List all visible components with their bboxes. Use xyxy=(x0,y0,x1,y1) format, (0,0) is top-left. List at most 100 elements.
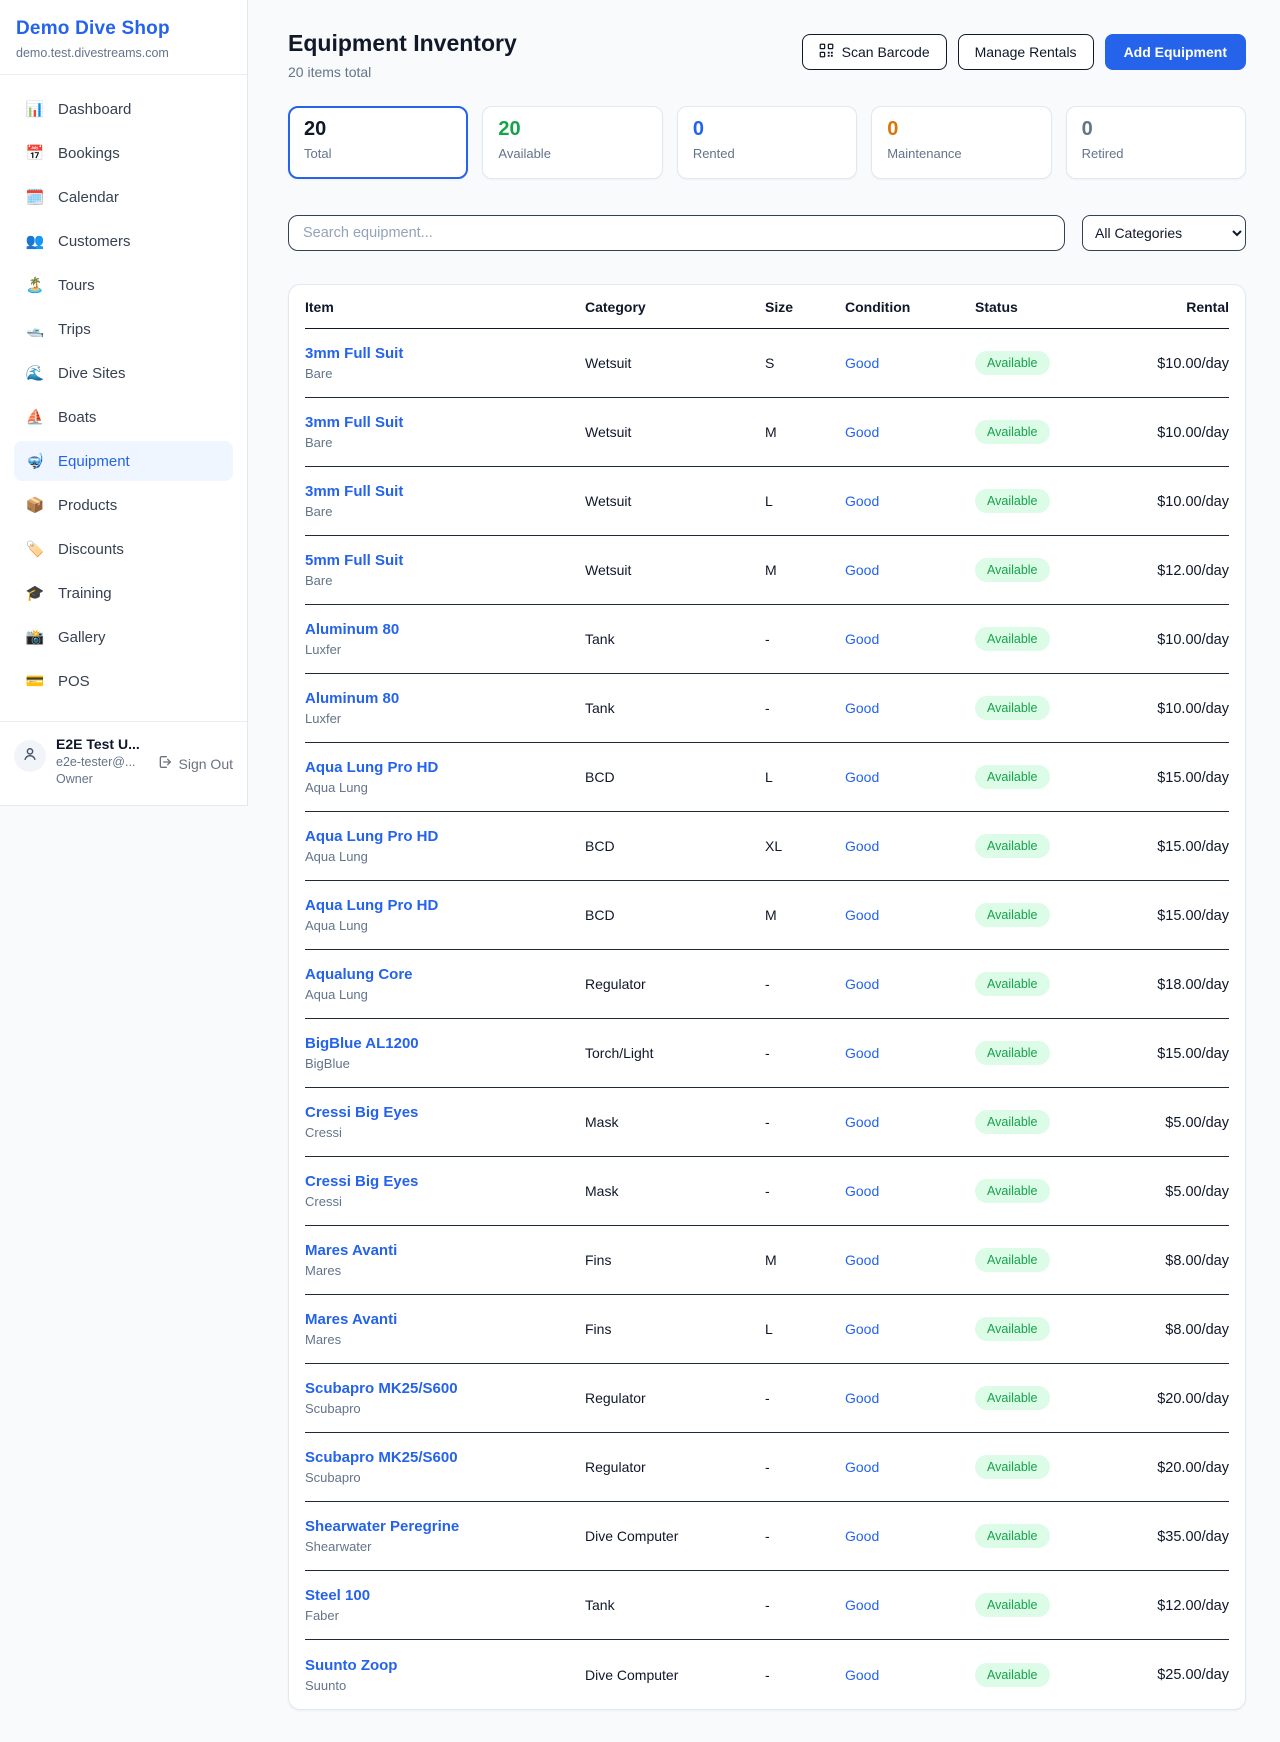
products-icon: 📦 xyxy=(24,496,46,514)
sidebar-item-training[interactable]: 🎓Training xyxy=(14,573,233,613)
stat-card-available[interactable]: 20Available xyxy=(482,106,662,179)
condition-link[interactable]: Good xyxy=(845,1321,879,1337)
rental-cell: $8.00/day xyxy=(1130,1252,1229,1269)
sidebar-item-equipment[interactable]: 🤿Equipment xyxy=(14,441,233,481)
search-input[interactable] xyxy=(288,215,1065,251)
condition-link[interactable]: Good xyxy=(845,907,879,923)
condition-link[interactable]: Good xyxy=(845,976,879,992)
bookings-icon: 📅 xyxy=(24,144,46,162)
item-name-link[interactable]: Aqua Lung Pro HD xyxy=(305,897,585,914)
condition-link[interactable]: Good xyxy=(845,1252,879,1268)
condition-link[interactable]: Good xyxy=(845,1528,879,1544)
sidebar-item-discounts[interactable]: 🏷️Discounts xyxy=(14,529,233,569)
rental-cell: $5.00/day xyxy=(1130,1183,1229,1200)
sidebar-item-label: Dashboard xyxy=(58,101,131,118)
sidebar-item-dashboard[interactable]: 📊Dashboard xyxy=(14,89,233,129)
rental-cell: $10.00/day xyxy=(1130,631,1229,648)
sign-out-button[interactable]: Sign Out xyxy=(157,754,233,773)
condition-link[interactable]: Good xyxy=(845,355,879,371)
condition-link[interactable]: Good xyxy=(845,1459,879,1475)
condition-link[interactable]: Good xyxy=(845,1390,879,1406)
item-name-link[interactable]: 3mm Full Suit xyxy=(305,345,585,362)
rental-price: $20.00/day xyxy=(1157,1391,1229,1407)
condition-link[interactable]: Good xyxy=(845,769,879,785)
item-name-link[interactable]: Aluminum 80 xyxy=(305,690,585,707)
item-cell: Scubapro MK25/S600Scubapro xyxy=(305,1449,585,1485)
status-badge: Available xyxy=(975,1663,1050,1687)
category-cell: BCD xyxy=(585,838,765,854)
stat-card-rented[interactable]: 0Rented xyxy=(677,106,857,179)
item-name-link[interactable]: 3mm Full Suit xyxy=(305,483,585,500)
size-cell: M xyxy=(765,1252,845,1268)
category-select[interactable]: All Categories xyxy=(1082,215,1246,251)
column-header-item: Item xyxy=(305,299,585,315)
sidebar-item-calendar[interactable]: 🗓️Calendar xyxy=(14,177,233,217)
manage-rentals-button[interactable]: Manage Rentals xyxy=(958,34,1094,70)
sidebar-item-gallery[interactable]: 📸Gallery xyxy=(14,617,233,657)
condition-link[interactable]: Good xyxy=(845,493,879,509)
sidebar-item-trips[interactable]: 🛥️Trips xyxy=(14,309,233,349)
condition-link[interactable]: Good xyxy=(845,562,879,578)
category-cell: BCD xyxy=(585,769,765,785)
table-row: Cressi Big EyesCressiMask-GoodAvailable$… xyxy=(305,1157,1229,1226)
item-name-link[interactable]: Cressi Big Eyes xyxy=(305,1173,585,1190)
status-badge: Available xyxy=(975,903,1050,927)
table-header: ItemCategorySizeConditionStatusRental xyxy=(305,285,1229,329)
item-name-link[interactable]: Cressi Big Eyes xyxy=(305,1104,585,1121)
table-row: Suunto ZoopSuuntoDive Computer-GoodAvail… xyxy=(305,1640,1229,1709)
item-name-link[interactable]: Aqua Lung Pro HD xyxy=(305,828,585,845)
status-badge: Available xyxy=(975,1317,1050,1341)
sidebar-item-customers[interactable]: 👥Customers xyxy=(14,221,233,261)
sidebar-item-tours[interactable]: 🏝️Tours xyxy=(14,265,233,305)
stat-card-maintenance[interactable]: 0Maintenance xyxy=(871,106,1051,179)
person-icon xyxy=(21,745,39,768)
item-cell: Cressi Big EyesCressi xyxy=(305,1173,585,1209)
sidebar-item-bookings[interactable]: 📅Bookings xyxy=(14,133,233,173)
stat-card-total[interactable]: 20Total xyxy=(288,106,468,179)
size-cell: - xyxy=(765,1667,845,1683)
size-cell: L xyxy=(765,1321,845,1337)
item-name-link[interactable]: Aqualung Core xyxy=(305,966,585,983)
condition-link[interactable]: Good xyxy=(845,838,879,854)
item-cell: 3mm Full SuitBare xyxy=(305,345,585,381)
item-name-link[interactable]: Suunto Zoop xyxy=(305,1657,585,1674)
condition-link[interactable]: Good xyxy=(845,631,879,647)
item-cell: Aqua Lung Pro HD Aqua Lung xyxy=(305,759,585,795)
item-name-link[interactable]: Scubapro MK25/S600 xyxy=(305,1380,585,1397)
sidebar-item-products[interactable]: 📦Products xyxy=(14,485,233,525)
condition-link[interactable]: Good xyxy=(845,1597,879,1613)
condition-cell: Good xyxy=(845,1114,975,1130)
item-name-link[interactable]: Mares Avanti xyxy=(305,1242,585,1259)
rental-price: $10.00/day xyxy=(1157,701,1229,717)
condition-link[interactable]: Good xyxy=(845,700,879,716)
rental-cell: $15.00/day xyxy=(1130,907,1229,924)
category-cell: Tank xyxy=(585,1597,765,1613)
condition-link[interactable]: Good xyxy=(845,1045,879,1061)
add-equipment-button[interactable]: Add Equipment xyxy=(1105,34,1246,70)
rental-price: $15.00/day xyxy=(1157,1046,1229,1062)
item-name-link[interactable]: Steel 100 xyxy=(305,1587,585,1604)
scan-barcode-button[interactable]: Scan Barcode xyxy=(802,34,947,70)
condition-link[interactable]: Good xyxy=(845,424,879,440)
item-name-link[interactable]: Aqua Lung Pro HD xyxy=(305,759,585,776)
item-name-link[interactable]: Mares Avanti xyxy=(305,1311,585,1328)
item-name-link[interactable]: Scubapro MK25/S600 xyxy=(305,1449,585,1466)
condition-link[interactable]: Good xyxy=(845,1667,879,1683)
item-name-link[interactable]: Shearwater Peregrine xyxy=(305,1518,585,1535)
sidebar-item-boats[interactable]: ⛵Boats xyxy=(14,397,233,437)
sidebar-nav: 📊Dashboard📅Bookings🗓️Calendar👥Customers🏝… xyxy=(0,75,247,715)
condition-link[interactable]: Good xyxy=(845,1114,879,1130)
sign-out-icon xyxy=(157,754,173,773)
stat-card-retired[interactable]: 0Retired xyxy=(1066,106,1246,179)
item-brand: Aqua Lung xyxy=(305,780,585,795)
sidebar-item-dive-sites[interactable]: 🌊Dive Sites xyxy=(14,353,233,393)
sidebar-item-pos[interactable]: 💳POS xyxy=(14,661,233,701)
condition-link[interactable]: Good xyxy=(845,1183,879,1199)
size-cell: M xyxy=(765,424,845,440)
sidebar-item-label: Gallery xyxy=(58,629,106,646)
item-name-link[interactable]: BigBlue AL1200 xyxy=(305,1035,585,1052)
item-name-link[interactable]: 5mm Full Suit xyxy=(305,552,585,569)
item-name-link[interactable]: Aluminum 80 xyxy=(305,621,585,638)
table-row: Aqua Lung Pro HDAqua LungBCDXLGoodAvaila… xyxy=(305,812,1229,881)
item-name-link[interactable]: 3mm Full Suit xyxy=(305,414,585,431)
